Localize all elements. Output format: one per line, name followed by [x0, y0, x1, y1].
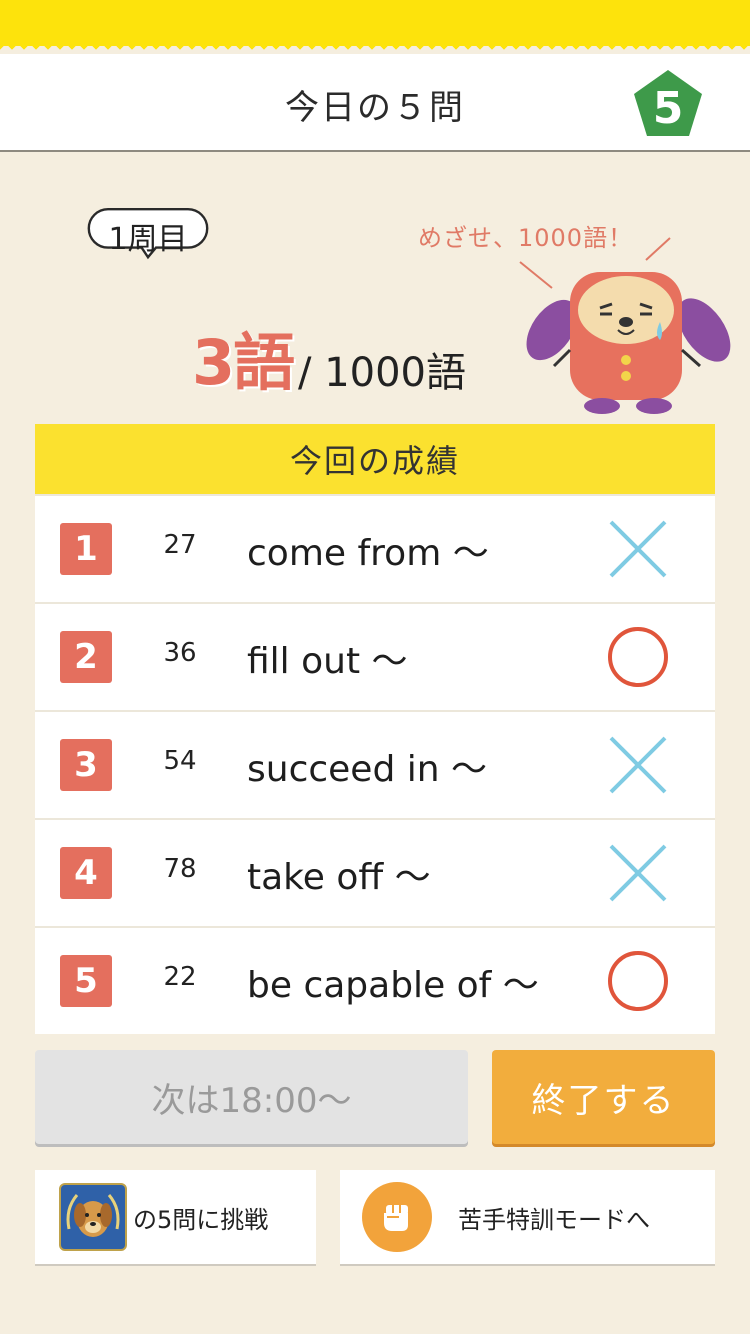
result-row-2[interactable]: 2 36 fill out 〜 [35, 602, 715, 710]
row-index: 1 [60, 523, 112, 575]
pentagon-badge-icon: 5 [634, 70, 702, 136]
result-row-1[interactable]: 1 27 come from 〜 [35, 494, 715, 602]
results-panel: 今回の成績 1 27 come from 〜 2 36 fill out 〜 3… [35, 424, 715, 1034]
word-number: 27 [163, 530, 197, 560]
training-label: 苦手特訓モードへ [458, 1205, 650, 1234]
result-row-3[interactable]: 3 54 succeed in 〜 [35, 710, 715, 818]
challenge-card[interactable]: の5問に挑戦 [35, 1170, 316, 1264]
header-bar: 今日の５問 5 [0, 54, 750, 152]
cross-icon [609, 520, 667, 578]
word-number: 54 [163, 746, 197, 776]
badge-number: 5 [653, 83, 684, 134]
next-session-button[interactable]: 次は18:00〜 [35, 1050, 468, 1144]
word-number: 22 [163, 962, 197, 992]
zigzag-border [0, 44, 750, 54]
learned-count: 3語 [192, 326, 295, 399]
row-index: 4 [60, 847, 112, 899]
phrase-text: be capable of 〜 [247, 965, 539, 1006]
word-number: 36 [163, 638, 197, 668]
mascot-character-icon [519, 237, 731, 414]
finish-button[interactable]: 終了する [492, 1050, 715, 1144]
phrase-text: fill out 〜 [247, 641, 408, 682]
lap-label: 1周目 [108, 222, 188, 257]
total-count: / 1000語 [298, 350, 466, 396]
circle-icon [608, 951, 668, 1011]
phrase-text: succeed in 〜 [247, 749, 488, 790]
results-heading: 今回の成績 [35, 424, 715, 494]
result-row-4[interactable]: 4 78 take off 〜 [35, 818, 715, 926]
result-row-5[interactable]: 5 22 be capable of 〜 [35, 926, 715, 1034]
row-index: 2 [60, 631, 112, 683]
challenge-label: の5問に挑戦 [133, 1205, 269, 1234]
fist-icon [362, 1182, 432, 1252]
row-index: 5 [60, 955, 112, 1007]
dog-app-icon [59, 1183, 127, 1251]
cross-icon [609, 736, 667, 794]
training-mode-card[interactable]: 苦手特訓モードへ [340, 1170, 715, 1264]
phrase-text: take off 〜 [247, 857, 431, 898]
cross-icon [609, 844, 667, 902]
circle-icon [608, 627, 668, 687]
row-index: 3 [60, 739, 112, 791]
word-number: 78 [163, 854, 197, 884]
phrase-text: come from 〜 [247, 533, 489, 574]
top-band [0, 0, 750, 46]
